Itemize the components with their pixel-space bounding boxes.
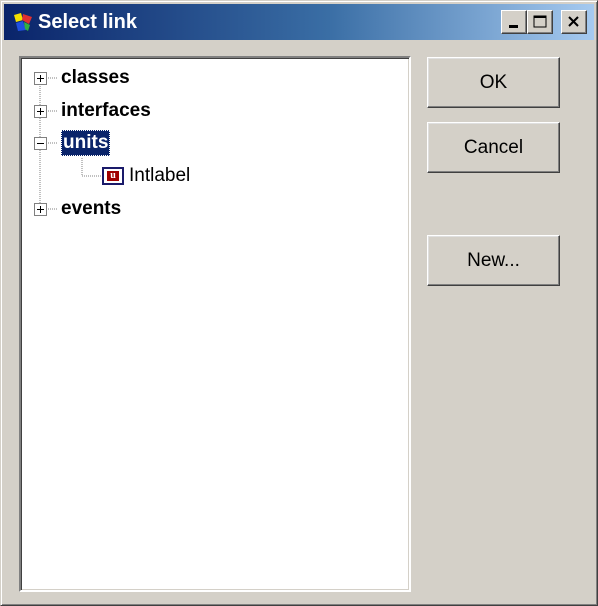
- delphi-project-icon: [14, 13, 32, 31]
- minimize-button[interactable]: [501, 10, 527, 34]
- maximize-button[interactable]: [527, 10, 553, 34]
- cancel-button[interactable]: Cancel: [427, 122, 560, 173]
- tree-node-interfaces[interactable]: interfaces: [59, 98, 153, 124]
- tree-node-units[interactable]: units: [61, 130, 111, 156]
- tree-node-classes[interactable]: classes: [59, 65, 132, 91]
- unit-icon: u: [102, 167, 124, 185]
- maximize-icon: [533, 15, 547, 28]
- expand-events-button[interactable]: [34, 203, 47, 216]
- title-bar[interactable]: Select link: [4, 4, 594, 40]
- expand-interfaces-button[interactable]: [34, 105, 47, 118]
- ok-button[interactable]: OK: [427, 57, 560, 108]
- close-button[interactable]: [561, 10, 587, 34]
- unit-icon-letter: u: [107, 171, 119, 181]
- new-button[interactable]: New...: [427, 235, 560, 286]
- tree-node-events[interactable]: events: [59, 196, 123, 222]
- window-title: Select link: [38, 11, 137, 33]
- close-icon: [568, 16, 579, 27]
- link-tree[interactable]: classes interfaces units u Intlabel even…: [19, 56, 411, 592]
- tree-node-intlabel[interactable]: Intlabel: [129, 163, 190, 189]
- select-link-dialog: Select link classes interfaces units u I…: [0, 0, 598, 606]
- minimize-icon: [509, 25, 518, 28]
- collapse-units-button[interactable]: [34, 137, 47, 150]
- expand-classes-button[interactable]: [34, 72, 47, 85]
